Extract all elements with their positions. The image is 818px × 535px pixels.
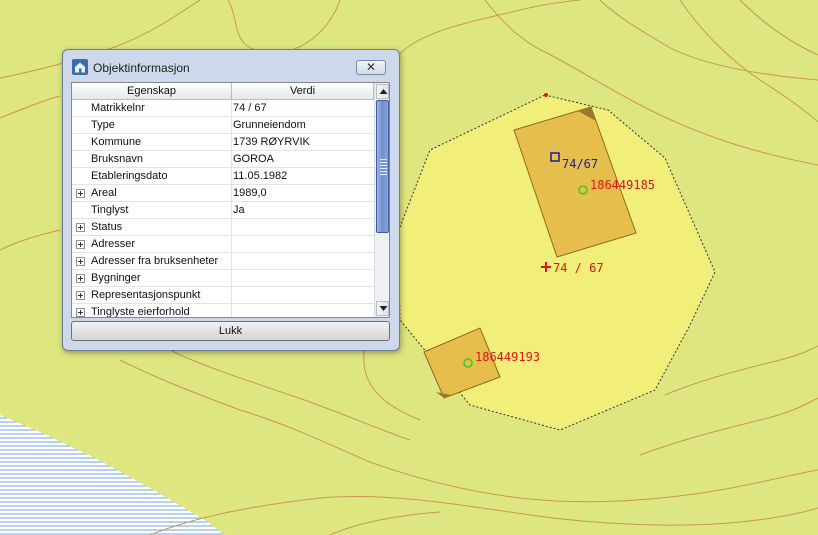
column-divider <box>231 151 232 168</box>
parcel-vertex-marker <box>544 93 548 97</box>
property-name: Tinglyste eierforhold <box>91 306 190 318</box>
scroll-grip-icon <box>380 159 387 175</box>
property-name: Bygninger <box>91 272 141 284</box>
arrow-down-icon <box>379 306 388 311</box>
expand-icon[interactable] <box>76 291 85 300</box>
grid-rows: Matrikkelnr 74 / 67 Type Grunneiendom Kommun… <box>72 100 374 318</box>
column-divider <box>231 304 232 317</box>
property-value: Grunneiendom <box>233 119 306 131</box>
property-name: Matrikkelnr <box>91 102 145 114</box>
column-divider <box>231 168 232 185</box>
column-divider <box>231 185 232 202</box>
property-name: Bruksnavn <box>91 153 143 165</box>
property-row[interactable]: Status <box>72 219 374 236</box>
expand-icon[interactable] <box>76 308 85 317</box>
property-row[interactable]: Kommune 1739 RØYRVIK <box>72 134 374 151</box>
property-row[interactable]: Adresser <box>72 236 374 253</box>
column-divider <box>231 202 232 219</box>
property-value <box>233 236 372 252</box>
property-name: Etableringsdato <box>91 170 168 182</box>
property-value <box>233 219 372 235</box>
grid-header: Egenskap Verdi <box>72 83 374 100</box>
property-name: Status <box>91 221 123 233</box>
property-value <box>233 253 372 269</box>
property-value: Ja <box>233 204 245 216</box>
close-dialog-button[interactable]: Lukk <box>71 321 390 341</box>
column-divider <box>231 287 232 304</box>
column-divider <box>231 253 232 270</box>
expand-icon[interactable] <box>76 223 85 232</box>
property-row[interactable]: Tinglyst Ja <box>72 202 374 219</box>
property-row[interactable]: Adresser fra bruksenheter <box>72 253 374 270</box>
property-row[interactable]: Etableringsdato 11.05.1982 <box>72 168 374 185</box>
property-row[interactable]: Tinglyste eierforhold <box>72 304 374 318</box>
property-value: 1739 RØYRVIK <box>233 136 310 148</box>
property-value: 74 / 67 <box>233 102 267 114</box>
column-divider <box>231 100 232 117</box>
arrow-up-icon <box>379 89 388 94</box>
column-divider <box>231 117 232 134</box>
parcel-label-red: 74 / 67 <box>553 261 604 275</box>
column-divider <box>231 134 232 151</box>
property-row[interactable]: Bygninger <box>72 270 374 287</box>
object-info-dialog: Objektinformasjon ✕ Egenskap Verdi Matri… <box>62 49 400 351</box>
property-value: 11.05.1982 <box>233 170 288 182</box>
property-name: Adresser fra bruksenheter <box>91 255 219 267</box>
expand-icon[interactable] <box>76 274 85 283</box>
column-divider <box>231 270 232 287</box>
close-button[interactable]: ✕ <box>356 60 386 75</box>
dialog-title: Objektinformasjon <box>93 61 190 75</box>
property-row[interactable]: Areal 1989,0 <box>72 185 374 202</box>
building-label-1: 186449185 <box>590 178 655 192</box>
expand-icon[interactable] <box>76 189 85 198</box>
scroll-down-button[interactable] <box>376 301 389 316</box>
property-grid: Egenskap Verdi Matrikkelnr 74 / 67 Type Gru… <box>71 82 390 318</box>
house-icon <box>72 59 88 75</box>
building-label-2: 186449193 <box>475 350 540 364</box>
property-row[interactable]: Type Grunneiendom <box>72 117 374 134</box>
property-row[interactable]: Representasjonspunkt <box>72 287 374 304</box>
property-value <box>233 304 372 317</box>
column-header-property[interactable]: Egenskap <box>72 83 232 100</box>
column-header-value[interactable]: Verdi <box>232 83 374 100</box>
scroll-up-button[interactable] <box>376 84 389 99</box>
property-name: Type <box>91 119 115 131</box>
property-name: Adresser <box>91 238 136 250</box>
column-divider <box>231 219 232 236</box>
expand-icon[interactable] <box>76 257 85 266</box>
property-name: Tinglyst <box>91 204 129 216</box>
column-divider <box>231 236 232 253</box>
parcel-label-blue: 74/67 <box>562 157 598 171</box>
property-name: Kommune <box>91 136 142 148</box>
property-row[interactable]: Matrikkelnr 74 / 67 <box>72 100 374 117</box>
scroll-thumb[interactable] <box>376 100 389 233</box>
expand-icon[interactable] <box>76 240 85 249</box>
property-name: Areal <box>91 187 117 199</box>
property-value: GOROA <box>233 153 274 165</box>
close-icon: ✕ <box>365 60 377 74</box>
property-value <box>233 270 372 286</box>
dialog-titlebar[interactable]: Objektinformasjon ✕ <box>63 50 399 80</box>
property-row[interactable]: Bruksnavn GOROA <box>72 151 374 168</box>
property-value: 1989,0 <box>233 187 267 199</box>
property-name: Representasjonspunkt <box>91 289 201 301</box>
property-value <box>233 287 372 303</box>
vertical-scrollbar[interactable] <box>374 83 389 317</box>
